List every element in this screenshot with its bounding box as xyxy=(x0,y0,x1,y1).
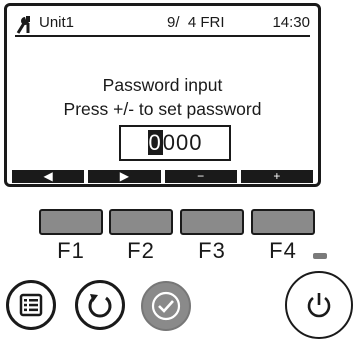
time-display: 14:30 xyxy=(272,14,310,31)
f3-button[interactable] xyxy=(180,209,244,235)
menu-button[interactable] xyxy=(6,280,56,330)
f2-button[interactable] xyxy=(109,209,173,235)
password-cursor-digit: 0 xyxy=(147,130,163,155)
password-remaining-digits: 000 xyxy=(162,130,203,155)
screen-title: Password input xyxy=(102,75,223,95)
f1-label: F1 xyxy=(57,238,85,263)
password-field[interactable]: 0000 xyxy=(119,125,231,161)
f4-button[interactable] xyxy=(251,209,315,235)
f2-label: F2 xyxy=(127,238,155,263)
f4-label: F4 xyxy=(269,238,297,263)
unit-name: Unit1 xyxy=(39,14,75,31)
menu-icon xyxy=(19,293,43,317)
screen-instruction: Press +/- to set password xyxy=(63,99,262,119)
f2-function-right-arrow: ▶ xyxy=(88,170,161,183)
f3-label: F3 xyxy=(198,238,226,263)
f1-function-left-arrow: ◀ xyxy=(12,170,85,183)
date-display: 9/ 4 FRI xyxy=(167,14,225,31)
check-icon xyxy=(151,291,181,321)
confirm-button[interactable] xyxy=(141,281,191,331)
f1-button[interactable] xyxy=(39,209,103,235)
function-key-bar: ◀ ▶ − + xyxy=(12,170,313,183)
operation-lamp xyxy=(313,253,327,259)
wrench-screwdriver-icon xyxy=(16,16,30,34)
lcd-screen: Unit1 9/ 4 FRI 14:30 Password input Pres… xyxy=(4,3,321,187)
status-bar: Unit1 9/ 4 FRI 14:30 xyxy=(15,13,310,37)
f4-function-plus: + xyxy=(240,170,313,183)
power-icon xyxy=(307,293,331,318)
power-button[interactable] xyxy=(285,271,353,339)
return-icon xyxy=(88,294,112,318)
f3-function-minus: − xyxy=(164,170,237,183)
return-button[interactable] xyxy=(75,280,125,330)
